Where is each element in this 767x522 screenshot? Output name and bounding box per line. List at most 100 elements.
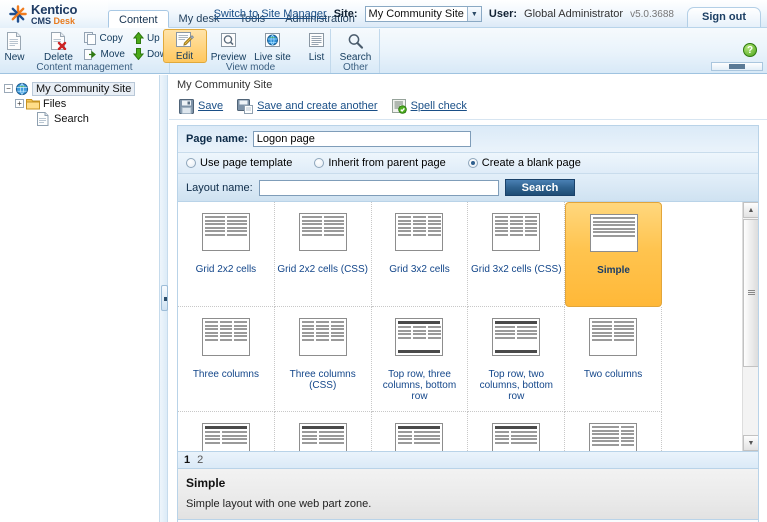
layout-thumbnail-two-col xyxy=(589,318,638,356)
ribbon-group-title-other: Other xyxy=(342,62,368,73)
layout-item-three-columns-css[interactable]: Three columns (CSS) xyxy=(274,307,372,412)
layout-thumbnail-top-two-bottom xyxy=(492,318,541,356)
move-button-label: Move xyxy=(100,48,125,60)
main-content-area: My Community Site Save Save and create a… xyxy=(169,75,767,522)
page-name-label: Page name: xyxy=(186,133,248,145)
breadcrumb: My Community Site xyxy=(177,79,273,91)
logo-text: Kentico CMS Desk xyxy=(31,2,77,26)
content-tree-panel: − My Community Site + Files Search xyxy=(0,75,160,522)
panel-splitter[interactable] xyxy=(160,75,168,522)
layout-item-partial-c[interactable] xyxy=(372,412,469,451)
layout-thumbnail-three-col xyxy=(201,318,250,356)
tab-content[interactable]: Content xyxy=(108,10,169,28)
layout-gallery-scrollbar[interactable]: ▲ ▼ xyxy=(742,202,758,451)
kentico-cms-desk-window: Kentico CMS Desk Content My desk Tools A… xyxy=(0,0,767,522)
save-and-create-another-action[interactable]: Save and create another xyxy=(237,98,378,114)
save-action[interactable]: Save xyxy=(179,98,223,114)
new-button[interactable]: New xyxy=(0,29,36,63)
layout-description-text: Simple layout with one web part zone. xyxy=(186,498,372,510)
delete-page-icon xyxy=(50,31,67,51)
spell-check-label[interactable]: Spell check xyxy=(411,100,467,112)
radio-button-selected-icon[interactable] xyxy=(467,158,478,168)
delete-button[interactable]: Delete xyxy=(36,29,80,63)
layout-thumbnail-three-col xyxy=(298,318,347,356)
kentico-logo-icon xyxy=(8,4,28,24)
live-site-button[interactable]: Live site xyxy=(251,29,295,63)
page-name-input[interactable] xyxy=(252,131,471,147)
new-button-label: New xyxy=(4,52,25,63)
layout-pager: 1 2 xyxy=(177,452,759,469)
sign-out-button[interactable]: Sign out xyxy=(687,7,761,27)
arrow-up-icon xyxy=(132,32,144,44)
ribbon-horizontal-scrollbar[interactable] xyxy=(711,62,763,71)
layout-thumbnail-partial xyxy=(589,423,638,451)
collapse-expander-icon[interactable]: − xyxy=(4,84,13,93)
layout-row: Grid 2x2 cells Grid 2x2 cells (CSS) Grid… xyxy=(178,202,742,307)
layout-item-three-columns[interactable]: Three columns xyxy=(178,307,275,412)
help-question-icon[interactable]: ? xyxy=(743,43,757,57)
layout-item-grid-3x2-cells[interactable]: Grid 3x2 cells xyxy=(371,202,469,307)
layout-item-grid-2x2-cells-css[interactable]: Grid 2x2 cells (CSS) xyxy=(274,202,372,307)
edit-icon xyxy=(175,31,194,50)
layout-thumbnail-partial xyxy=(492,423,541,451)
layout-item-top-row-two-columns-bottom-row[interactable]: Top row, two columns, bottom row xyxy=(468,307,566,412)
layout-thumbnail-grid-3x2 xyxy=(492,213,541,251)
layout-item-partial-a[interactable] xyxy=(178,412,275,451)
logo-subtitle: CMS Desk xyxy=(31,17,77,26)
layout-item-top-row-three-columns-bottom-row[interactable]: Top row, three columns, bottom row xyxy=(371,307,469,412)
spell-check-action[interactable]: Spell check xyxy=(391,98,467,114)
splitter-grip[interactable] xyxy=(161,285,168,311)
spell-check-icon xyxy=(391,98,407,114)
layout-item-two-columns[interactable]: Two columns xyxy=(565,307,662,412)
scroll-up-arrow-icon[interactable]: ▲ xyxy=(743,202,758,218)
tree-node-my-community-site[interactable]: − My Community Site xyxy=(4,81,159,96)
layout-item-partial-b[interactable] xyxy=(275,412,372,451)
save-and-create-another-label[interactable]: Save and create another xyxy=(257,100,377,112)
radio-create-a-blank-page[interactable]: Create a blank page xyxy=(467,157,581,169)
pager-page-2[interactable]: 2 xyxy=(197,454,203,466)
layout-item-partial-d[interactable] xyxy=(468,412,566,451)
layout-item-partial-e[interactable] xyxy=(565,412,662,451)
expand-expander-icon[interactable]: + xyxy=(15,99,24,108)
user-label: User: xyxy=(488,8,518,20)
move-icon xyxy=(84,48,97,61)
layout-name-input[interactable] xyxy=(258,179,499,196)
layout-gallery: Grid 2x2 cells Grid 2x2 cells (CSS) Grid… xyxy=(177,202,759,452)
ribbon-group-view-mode: Edit Preview Live site List View mode xyxy=(162,29,331,73)
layout-name-row: Layout name: Search xyxy=(178,174,758,201)
radio-button-icon[interactable] xyxy=(186,158,196,168)
scrollbar-thumb[interactable] xyxy=(743,219,758,367)
layout-thumbnail-partial xyxy=(395,423,444,451)
copy-button[interactable]: Copy xyxy=(80,30,128,46)
list-button-label: List xyxy=(308,52,325,63)
layout-item-label: Grid 2x2 cells xyxy=(195,264,257,275)
search-button[interactable]: Search xyxy=(334,29,378,63)
edit-button[interactable]: Edit xyxy=(162,29,207,63)
layout-thumbnail-partial xyxy=(201,423,250,451)
switch-to-site-manager-link[interactable]: Switch to Site Manager xyxy=(214,8,327,20)
preview-button[interactable]: Preview xyxy=(207,29,251,63)
layout-thumbnail-grid-3x2 xyxy=(395,213,444,251)
radio-create-a-blank-page-label: Create a blank page xyxy=(481,157,581,169)
save-action-label[interactable]: Save xyxy=(198,100,223,112)
layout-thumbnail-grid-2x2 xyxy=(298,213,347,251)
tree-node-files[interactable]: + Files xyxy=(15,96,159,111)
site-label: Site: xyxy=(333,8,358,20)
layout-item-grid-3x2-cells-css[interactable]: Grid 3x2 cells (CSS) xyxy=(468,202,566,307)
radio-button-icon[interactable] xyxy=(314,158,325,168)
ribbon-group-content-management: New Delete Copy Move Up Down Content man… xyxy=(0,29,173,73)
tree-node-search[interactable]: Search xyxy=(26,111,159,126)
radio-use-page-template[interactable]: Use page template xyxy=(186,157,292,169)
pager-page-1[interactable]: 1 xyxy=(184,454,190,466)
radio-inherit-from-parent-page[interactable]: Inherit from parent page xyxy=(314,157,446,169)
radio-use-page-template-label: Use page template xyxy=(200,157,293,169)
scroll-down-arrow-icon[interactable]: ▼ xyxy=(743,435,758,451)
site-select[interactable]: My Community Site ▼ xyxy=(364,6,482,22)
page-settings-panel: Page name: Use page template Inherit fro… xyxy=(177,125,759,202)
layout-search-button[interactable]: Search xyxy=(504,179,576,196)
layout-name-label: Layout name: xyxy=(186,181,253,194)
move-button[interactable]: Move xyxy=(80,46,128,62)
layout-item-simple[interactable]: Simple xyxy=(565,202,662,307)
copy-button-label: Copy xyxy=(99,32,123,44)
layout-item-grid-2x2-cells[interactable]: Grid 2x2 cells xyxy=(178,202,275,307)
